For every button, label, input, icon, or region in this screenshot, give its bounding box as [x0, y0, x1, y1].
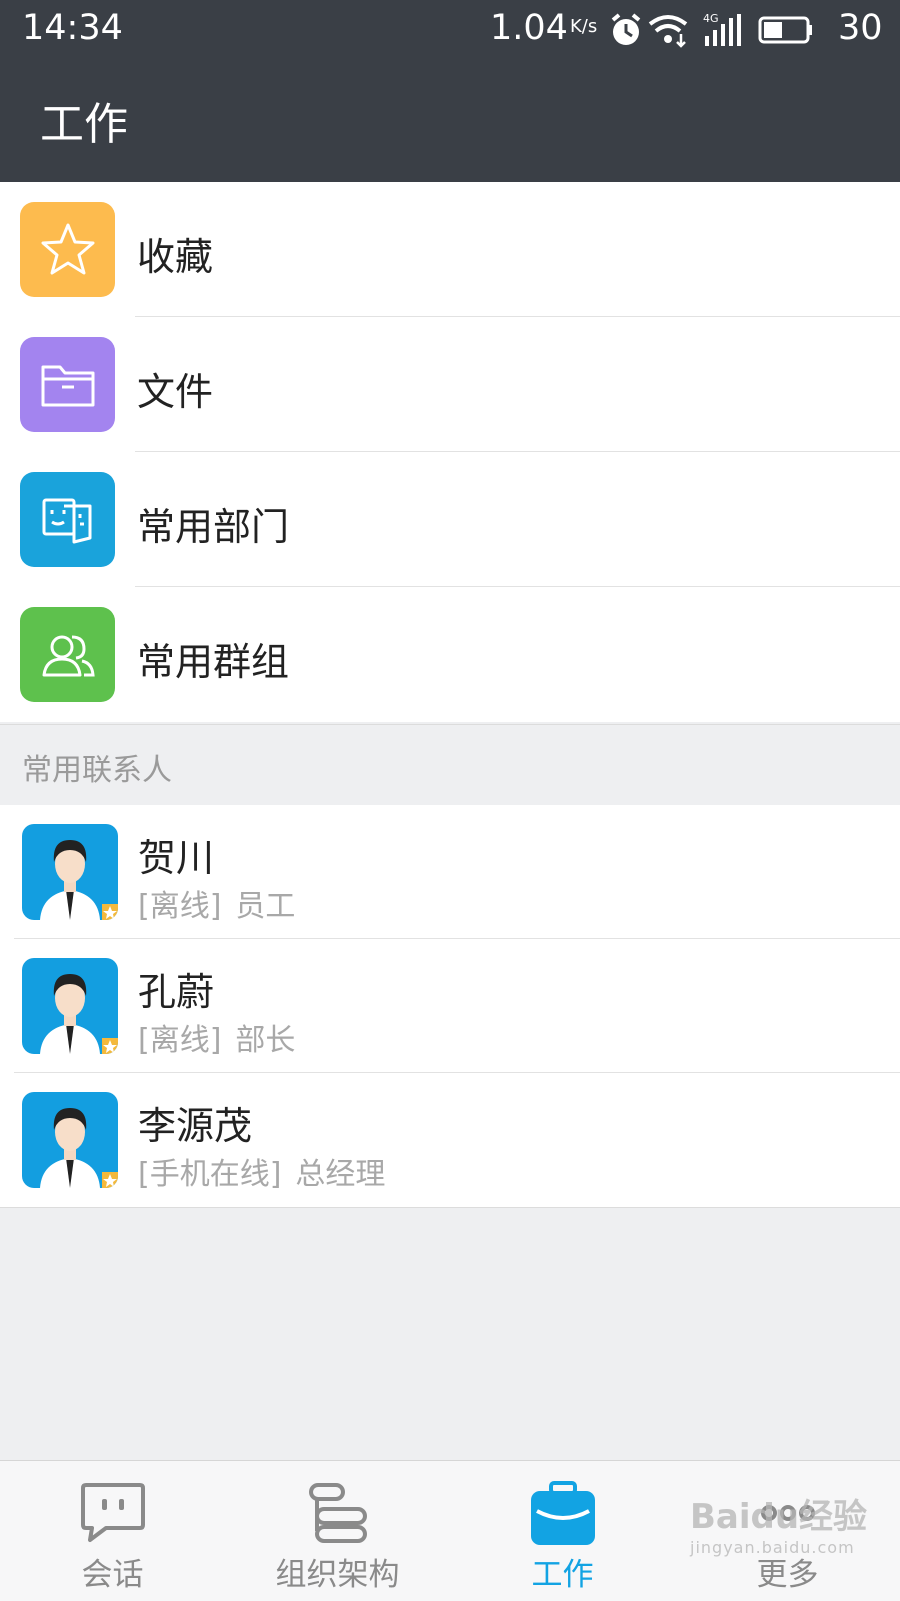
page-title: 工作: [40, 99, 128, 150]
menu-item-files[interactable]: 文件: [0, 317, 900, 452]
avatar: [22, 824, 118, 920]
contact-list: 贺川 [离线] 员工 孔蔚 [离线] 部长 李源茂 [手机在线] 总经理: [0, 805, 900, 1208]
status-bar: 14:34 1.04 K/s 4G 30: [0, 0, 900, 60]
org-chart-icon: [308, 1483, 367, 1543]
folder-icon: [20, 337, 115, 432]
work-menu: 收藏 文件 常用部门 常用群组: [0, 182, 900, 722]
briefcase-icon: [530, 1481, 595, 1545]
menu-label: 收藏: [137, 235, 214, 279]
watermark-sub: jingyan.baidu.com: [690, 1538, 855, 1557]
tab-label: 工作: [531, 1557, 594, 1593]
svg-text:4G: 4G: [703, 12, 719, 25]
menu-item-favorites[interactable]: 收藏: [0, 182, 900, 317]
menu-item-departments[interactable]: 常用部门: [0, 452, 900, 587]
menu-label: 常用群组: [137, 640, 290, 684]
status-icons: 4G: [611, 12, 812, 48]
contact-name: 贺川: [138, 836, 215, 880]
contact-status-line: [手机在线] 总经理: [138, 1149, 385, 1193]
network-speed: 1.04: [490, 8, 568, 48]
battery-icon: [758, 16, 812, 44]
contact-status-line: [离线] 员工: [138, 881, 295, 925]
contact-name: 孔蔚: [138, 970, 215, 1014]
contact-role: 员工: [235, 889, 296, 924]
star-icon: [20, 202, 115, 297]
title-bar: 工作: [0, 60, 900, 182]
section-title: 常用联系人: [22, 753, 172, 788]
section-header: 常用联系人: [0, 724, 900, 806]
tab-label: 会话: [81, 1557, 144, 1593]
contact-status-line: [离线] 部长: [138, 1015, 295, 1059]
group-icon: [20, 607, 115, 702]
contact-item[interactable]: 孔蔚 [离线] 部长: [0, 939, 900, 1073]
network-speed-unit: K/s: [570, 16, 598, 37]
contact-role: 总经理: [295, 1157, 386, 1192]
menu-item-groups[interactable]: 常用群组: [0, 587, 900, 722]
contact-name: 李源茂: [138, 1104, 253, 1148]
tab-chat[interactable]: 会话: [0, 1461, 225, 1601]
status-time: 14:34: [22, 8, 123, 48]
contact-status: [离线]: [138, 889, 222, 924]
watermark-text: Baidu经验: [690, 1497, 868, 1537]
tab-work[interactable]: 工作: [450, 1461, 675, 1601]
battery-level: 30: [838, 8, 883, 48]
avatar: [22, 958, 118, 1054]
contact-item[interactable]: 贺川 [离线] 员工: [0, 805, 900, 939]
contact-status: [离线]: [138, 1023, 222, 1058]
signal-4g-icon: 4G: [703, 12, 741, 46]
wifi-icon: [648, 15, 688, 48]
chat-icon: [80, 1483, 145, 1542]
menu-label: 文件: [137, 370, 214, 414]
contact-item[interactable]: 李源茂 [手机在线] 总经理: [0, 1073, 900, 1207]
baidu-watermark: Baidu经验 jingyan.baidu.com: [690, 1500, 867, 1556]
menu-label: 常用部门: [137, 505, 290, 549]
tab-org[interactable]: 组织架构: [225, 1461, 450, 1601]
tab-label: 组织架构: [275, 1557, 400, 1593]
contact-role: 部长: [235, 1023, 296, 1058]
avatar: [22, 1092, 118, 1188]
alarm-icon: [611, 13, 641, 45]
department-icon: [20, 472, 115, 567]
contact-status: [手机在线]: [138, 1157, 282, 1192]
